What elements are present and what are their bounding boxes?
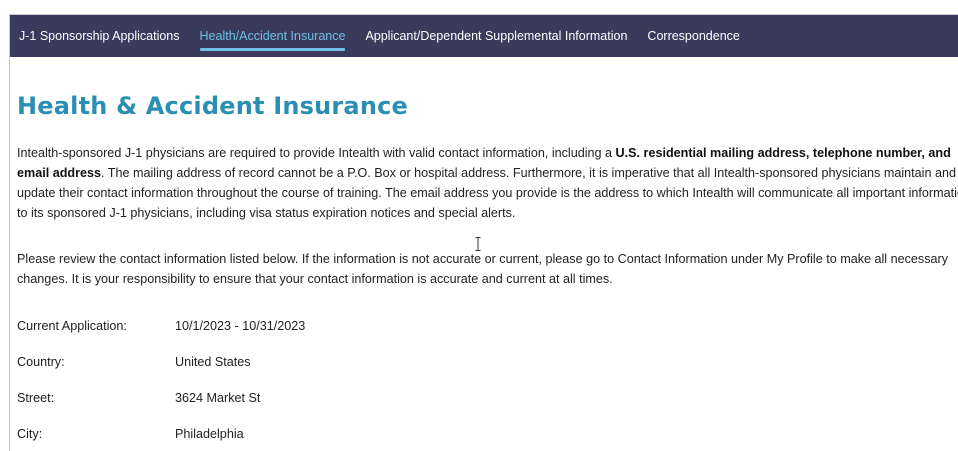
info-label: Current Application: [17, 319, 127, 333]
top-navbar: J-1 Sponsorship Applications Health/Acci… [10, 15, 958, 57]
info-label: Country: [17, 355, 65, 369]
info-value: Philadelphia [175, 427, 244, 441]
page-title: Health & Accident Insurance [17, 92, 409, 120]
tab-applicant-dependent-supplemental-information[interactable]: Applicant/Dependent Supplemental Informa… [365, 23, 627, 49]
review-instructions-paragraph: Please review the contact information li… [17, 252, 949, 286]
info-label: Street: [17, 391, 55, 405]
contact-requirements-paragraph: Intealth-sponsored J-1 physicians are re… [17, 143, 958, 223]
para1-text-start: Intealth-sponsored J-1 physicians are re… [17, 146, 616, 160]
para1-text-end: . The mailing address of record cannot b… [17, 166, 958, 220]
tab-j1-sponsorship-applications[interactable]: J-1 Sponsorship Applications [19, 23, 180, 49]
main-content: Health & Accident Insurance Intealth-spo… [10, 91, 958, 451]
info-row-current-application: Current Application: 10/1/2023 - 10/31/2… [17, 319, 958, 355]
info-row-city: City: Philadelphia [17, 427, 958, 451]
info-label: City: [17, 427, 43, 441]
tab-health-accident-insurance[interactable]: Health/Accident Insurance [199, 23, 345, 51]
info-value: United States [175, 355, 251, 369]
info-value: 10/1/2023 - 10/31/2023 [175, 319, 306, 333]
page-frame: J-1 Sponsorship Applications Health/Acci… [9, 14, 958, 451]
info-row-street: Street: 3624 Market St [17, 391, 958, 427]
info-value: 3624 Market St [175, 391, 261, 405]
tab-correspondence[interactable]: Correspondence [647, 23, 739, 49]
contact-info-table: Current Application: 10/1/2023 - 10/31/2… [17, 319, 958, 451]
info-row-country: Country: United States [17, 355, 958, 391]
